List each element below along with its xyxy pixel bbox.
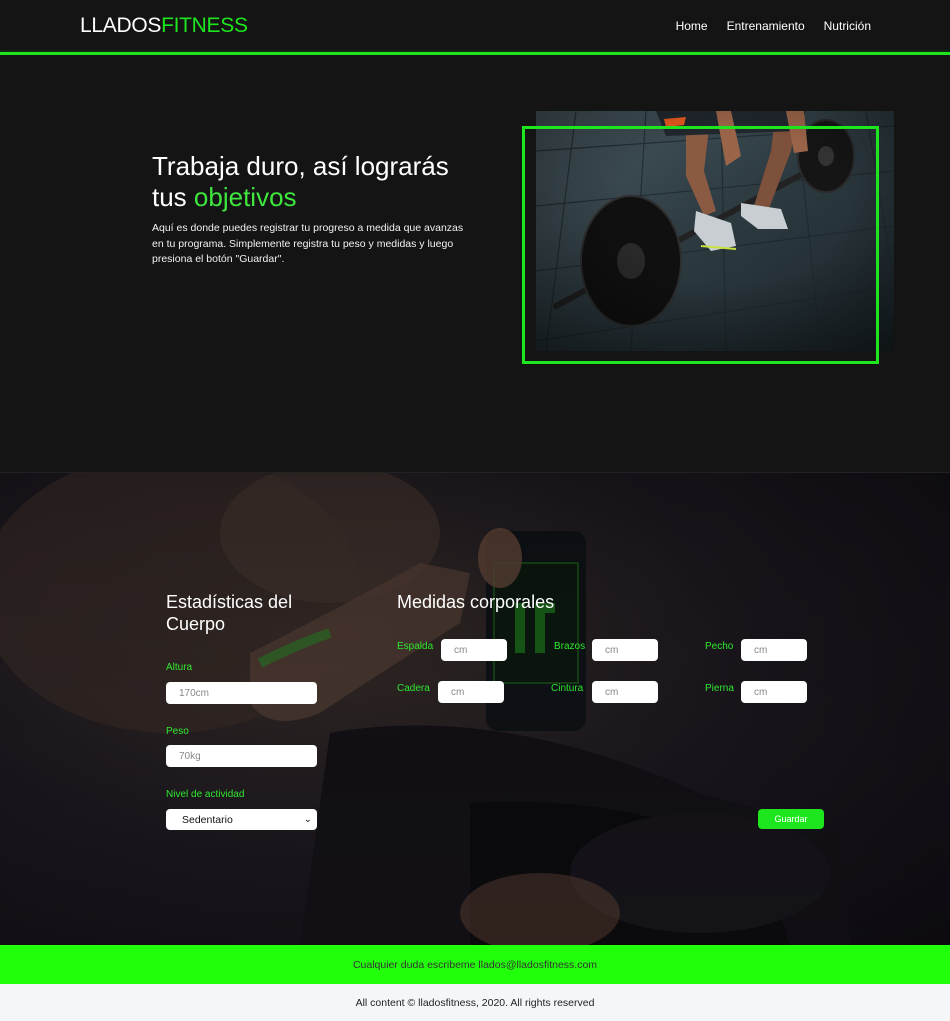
hero-description: Aquí es donde puedes registrar tu progre…: [152, 222, 464, 265]
nav-links: Home Entrenamiento Nutrición: [676, 19, 871, 33]
nav-link-nutricion[interactable]: Nutrición: [824, 19, 871, 33]
hero-title-accent: objetivos: [193, 182, 297, 212]
contact-footer: Cualquier duda escribeme llados@lladosfi…: [0, 945, 950, 984]
brazos-input[interactable]: cm: [592, 639, 658, 661]
height-input[interactable]: 170cm: [166, 682, 317, 704]
cintura-input[interactable]: cm: [592, 681, 658, 703]
copyright-text: All content © lladosfitness, 2020. All r…: [355, 996, 595, 1009]
body-stats-title: Estadísticas del Cuerpo: [166, 592, 293, 634]
nav-link-home[interactable]: Home: [676, 19, 708, 33]
body-measures-title: Medidas corporales: [397, 592, 555, 612]
cintura-label: Cintura: [551, 683, 584, 694]
logo-text-white: LLADOS: [80, 14, 162, 37]
cadera-label: Cadera: [397, 683, 430, 694]
site-logo[interactable]: LLADOSFITNESS: [80, 14, 248, 38]
pierna-input[interactable]: cm: [741, 681, 807, 703]
stats-section: Estadísticas del Cuerpo Altura 170cm Pes…: [0, 473, 950, 945]
pierna-label: Pierna: [705, 683, 734, 694]
espalda-input[interactable]: cm: [441, 639, 507, 661]
logo-text-green: FITNESS: [161, 14, 248, 37]
pecho-input[interactable]: cm: [741, 639, 807, 661]
contact-text: Cualquier duda escribeme llados@lladosfi…: [352, 958, 598, 971]
hero-title: Trabaja duro, así lograrás tus objetivos: [152, 151, 492, 213]
height-label: Altura: [166, 662, 193, 673]
hero-title-line1: Trabaja duro, así lograrás: [152, 151, 449, 181]
brazos-label: Brazos: [554, 641, 586, 652]
weight-label: Peso: [166, 726, 189, 737]
activity-level-label: Nivel de actividad: [166, 789, 245, 800]
activity-level-value: Sedentario: [182, 813, 233, 826]
pecho-label: Pecho: [705, 641, 734, 652]
weight-input[interactable]: 70kg: [166, 745, 317, 767]
save-button[interactable]: Guardar: [758, 809, 824, 829]
hero-section: Trabaja duro, así lograrás tus objetivos…: [0, 55, 950, 473]
cadera-input[interactable]: cm: [438, 681, 504, 703]
activity-level-select[interactable]: Sedentario ⌄: [166, 809, 317, 830]
chevron-down-icon: ⌄: [303, 814, 312, 825]
copyright-footer: All content © lladosfitness, 2020. All r…: [0, 984, 950, 1021]
nav-link-entrenamiento[interactable]: Entrenamiento: [727, 19, 805, 33]
hero-title-prefix: tus: [152, 182, 187, 212]
top-navbar: LLADOSFITNESS Home Entrenamiento Nutrici…: [0, 0, 950, 53]
espalda-label: Espalda: [397, 641, 434, 652]
photo-green-frame: [522, 126, 879, 364]
athlete-background-photo: [0, 473, 950, 945]
